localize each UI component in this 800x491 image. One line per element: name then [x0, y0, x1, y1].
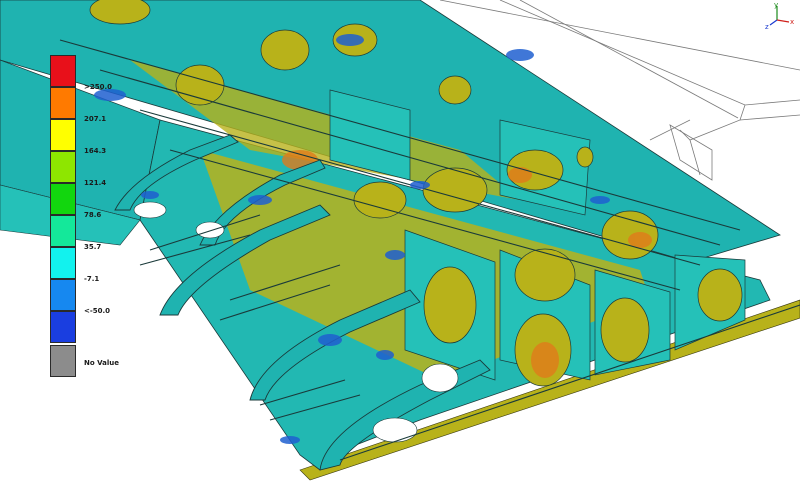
legend-swatch [50, 119, 76, 151]
legend-tick-label: -7.1 [84, 275, 100, 283]
legend-tick-label: 78.6 [84, 211, 102, 219]
legend-swatch [50, 279, 76, 311]
legend-no-value-swatch [50, 345, 76, 377]
legend-tick-label: 164.3 [84, 147, 107, 155]
legend-swatch [50, 247, 76, 279]
legend-tick-label: 121.4 [84, 179, 107, 187]
legend-tick-label: >250.0 [84, 83, 113, 91]
legend-swatch [50, 87, 76, 119]
legend-swatch [50, 311, 76, 343]
legend-swatch [50, 151, 76, 183]
legend-swatch [50, 215, 76, 247]
triad-z-label: z [765, 23, 769, 31]
triad-x-label: x [790, 18, 794, 26]
legend-tick-label: <-50.0 [84, 307, 111, 315]
legend-no-value-label: No Value [84, 359, 119, 367]
legend-swatch [50, 55, 76, 87]
contour-legend: >250.0 207.1 164.3 121.4 78.6 35.7 -7.1 <-50.0 … [50, 55, 130, 385]
legend-tick-label: 207.1 [84, 115, 107, 123]
legend-tick-label: 35.7 [84, 243, 102, 251]
legend-swatch [50, 183, 76, 215]
triad-y-label: y [774, 1, 778, 9]
